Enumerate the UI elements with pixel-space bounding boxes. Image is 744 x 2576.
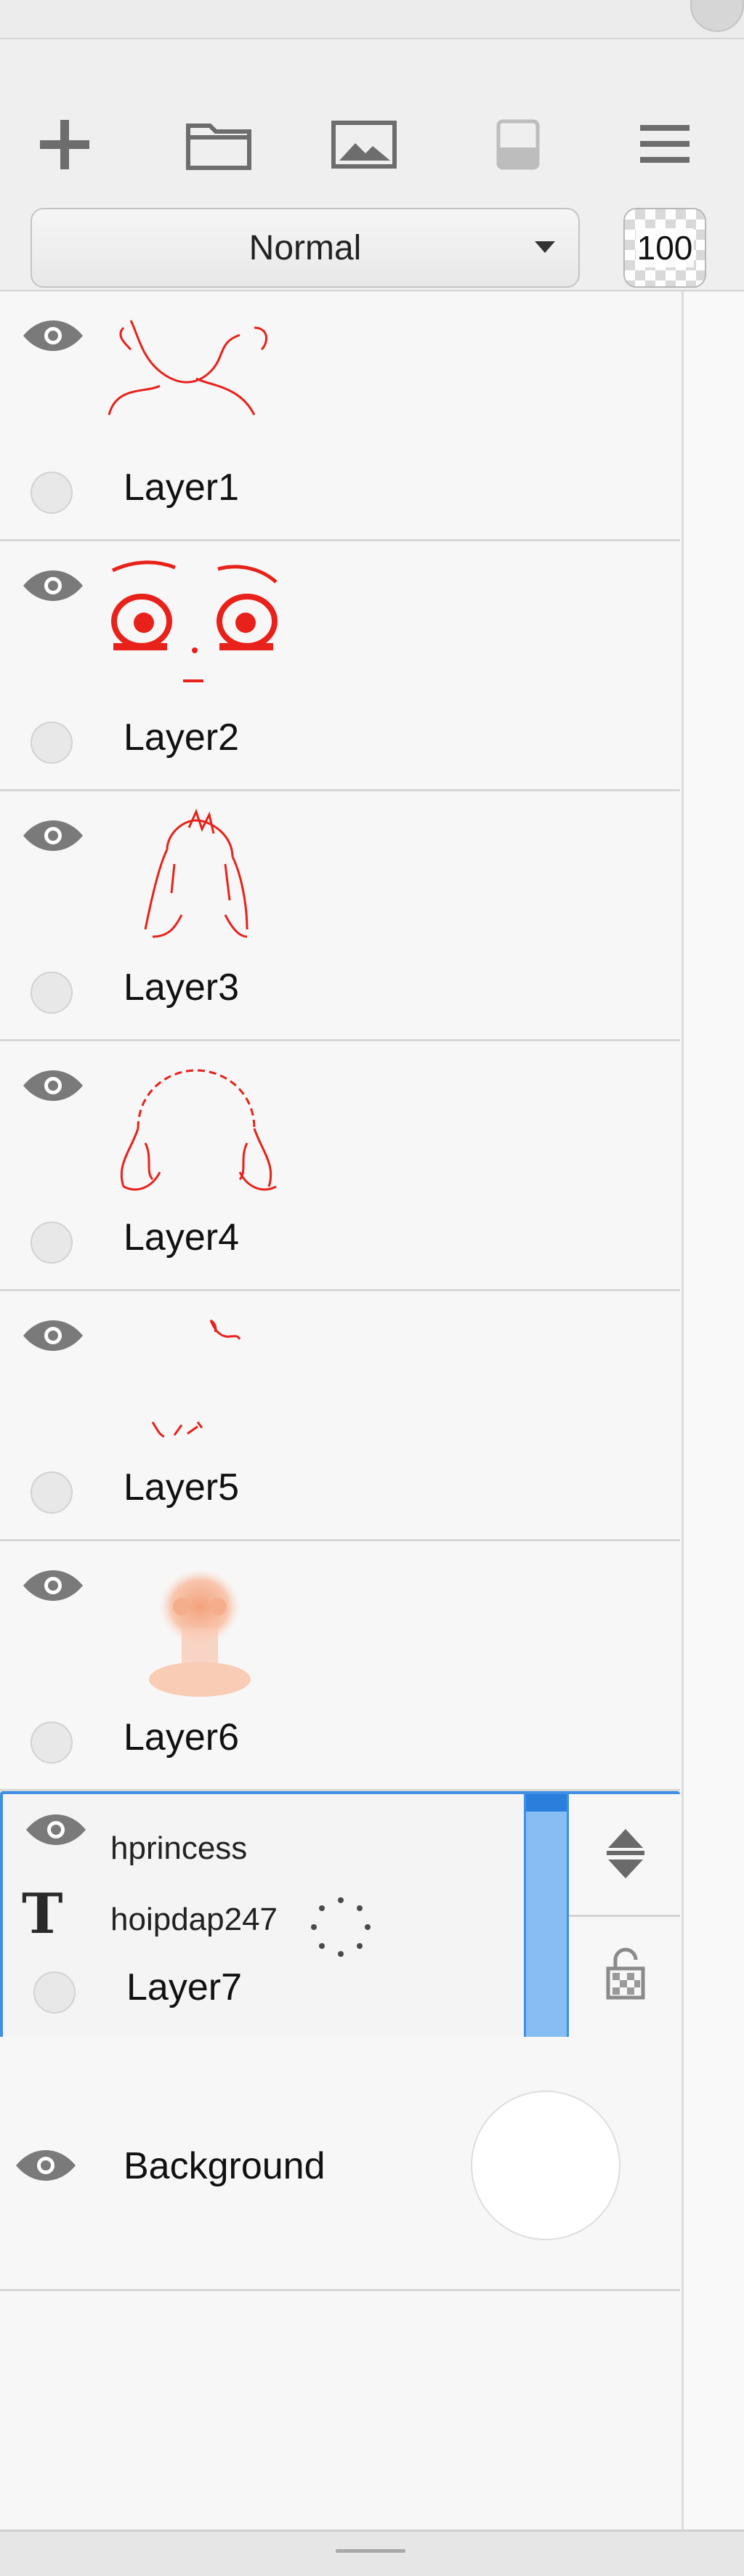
layer-row-background[interactable]: Background [0, 2037, 680, 2291]
layer-select-radio[interactable] [31, 472, 73, 514]
eye-icon[interactable] [20, 817, 86, 854]
layer-thumbnail [144, 808, 248, 938]
layer-name: Layer1 [124, 467, 239, 509]
panel-bottom-bar [0, 2529, 744, 2576]
layer-mask-icon[interactable] [478, 105, 558, 185]
layer-thumbnail [120, 1069, 277, 1191]
layer-select-radio[interactable] [33, 1971, 76, 2014]
lock-icon[interactable] [604, 1944, 647, 2002]
layer-row-layer3[interactable]: Layer3 [0, 791, 680, 1041]
layer-select-radio[interactable] [31, 1471, 73, 1514]
divider [569, 1915, 680, 1917]
layer-name: Layer5 [124, 1466, 239, 1509]
layer-row-layer4[interactable]: Layer4 [0, 1041, 680, 1291]
blend-mode-select[interactable]: Normal [31, 208, 580, 288]
eye-icon[interactable] [20, 568, 86, 604]
layer-row-layer6[interactable]: Layer6 [0, 1541, 680, 1791]
layer-name: Layer3 [124, 966, 239, 1009]
background-color-swatch[interactable] [471, 2091, 620, 2240]
layer-row-layer2[interactable]: Layer2 [0, 541, 680, 791]
layer-name: Layer6 [124, 1716, 239, 1759]
layer-name: Layer2 [124, 716, 239, 759]
eye-icon[interactable] [20, 1567, 86, 1604]
eye-icon[interactable] [20, 1067, 86, 1104]
layer-select-radio[interactable] [31, 972, 73, 1014]
layer-name: Background [124, 2145, 326, 2187]
layer-thumbnail [151, 1319, 241, 1438]
layer-row-layer1[interactable]: Layer1 [0, 291, 680, 541]
menu-icon[interactable] [625, 105, 705, 185]
layer-row-layer7[interactable]: T hprincess hoipdap247 Layer7 [0, 1791, 680, 2041]
text-line: hprincess [110, 1830, 248, 1866]
eye-icon[interactable] [20, 318, 86, 354]
eye-icon[interactable] [13, 2147, 78, 2184]
text-line: hoipdap247 [110, 1902, 278, 1937]
folder-icon[interactable] [179, 105, 259, 185]
text-layer-icon: T [22, 1881, 63, 1946]
window-top-strip [0, 0, 744, 39]
loading-spinner-icon [311, 1897, 371, 1957]
layers-toolbar: Normal 100 [0, 39, 744, 291]
layer-row-layer5[interactable]: Layer5 [0, 1291, 680, 1541]
layer-select-radio[interactable] [31, 1222, 73, 1264]
layer-actions [569, 1794, 680, 2038]
reorder-icon[interactable] [602, 1825, 649, 1883]
image-icon[interactable] [324, 105, 404, 185]
blend-mode-value: Normal [248, 228, 362, 267]
eye-icon[interactable] [20, 1317, 86, 1354]
chevron-down-icon [535, 241, 555, 253]
layer-name: Layer7 [126, 1966, 242, 2008]
layers-list: Layer1 Layer2 Layer3 Layer4 Layer5 Layer… [0, 291, 682, 2529]
layer-thumbnail [149, 1569, 251, 1697]
eye-icon[interactable] [23, 1812, 89, 1848]
layer-select-radio[interactable] [31, 1721, 73, 1764]
scroll-handle-cap [526, 1794, 567, 1812]
opacity-value: 100 [635, 228, 695, 267]
layer-name: Layer4 [124, 1216, 239, 1259]
panel-scrollbar-track[interactable] [682, 291, 744, 2529]
layer-thumbnail [111, 560, 278, 682]
add-layer-icon[interactable] [25, 105, 105, 185]
opacity-field[interactable]: 100 [623, 208, 706, 288]
layer-select-radio[interactable] [31, 722, 73, 764]
layer-scroll-handle[interactable] [524, 1794, 569, 2038]
layer-thumbnail [108, 320, 268, 416]
resize-grip[interactable] [336, 2549, 405, 2553]
